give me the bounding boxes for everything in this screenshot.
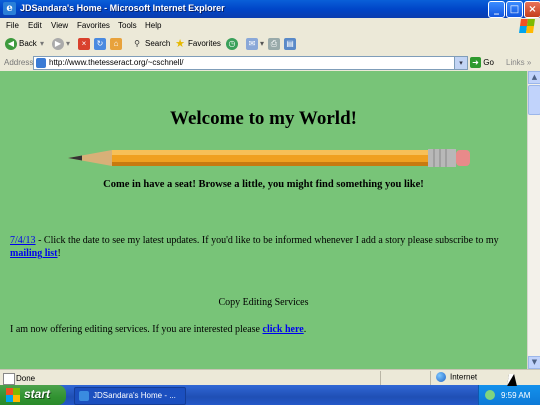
- menu-help[interactable]: Help: [145, 21, 161, 30]
- address-input[interactable]: http://www.thetesseract.org/~cschnell/ ▾: [33, 56, 468, 70]
- home-icon: ⌂: [110, 37, 122, 50]
- status-divider: [380, 371, 381, 385]
- tagline: Come in have a seat! Browse a little, yo…: [103, 179, 424, 190]
- scroll-thumb[interactable]: [528, 85, 540, 115]
- address-url[interactable]: http://www.thetesseract.org/~cschnell/: [49, 58, 184, 67]
- security-zone: Internet: [436, 372, 477, 384]
- address-label: Address: [4, 58, 34, 67]
- windows-logo-icon: [519, 19, 535, 33]
- update-date-link[interactable]: 7/4/13: [10, 235, 36, 246]
- mail-icon: ✉: [246, 37, 258, 50]
- links-toolbar[interactable]: Links »: [506, 58, 531, 67]
- clock: 9:59 AM: [501, 391, 531, 400]
- menu-edit[interactable]: Edit: [28, 21, 42, 30]
- taskbar: start JDSandara's Home - ... 9:59 AM: [0, 385, 540, 405]
- mouse-cursor-icon: [506, 374, 520, 386]
- search-button[interactable]: ⚲ Search: [131, 37, 170, 51]
- close-button[interactable]: ×: [524, 1, 540, 18]
- update-paragraph: 7/4/13 - Click the date to see my latest…: [10, 235, 499, 259]
- mail-button[interactable]: ✉ ▾: [246, 37, 264, 51]
- minimize-button[interactable]: _: [488, 1, 505, 18]
- ie-icon: e: [3, 2, 16, 15]
- back-arrow-icon: ◀: [5, 37, 17, 50]
- start-button[interactable]: start: [0, 385, 66, 405]
- home-button[interactable]: ⌂: [110, 37, 124, 51]
- vertical-scrollbar[interactable]: ▲ ▼: [527, 71, 540, 369]
- system-tray: 9:59 AM: [478, 385, 540, 405]
- menu-tools[interactable]: Tools: [118, 21, 137, 30]
- history-icon: ◷: [226, 37, 238, 50]
- mailing-list-link[interactable]: mailing list: [10, 248, 58, 259]
- stop-icon: ×: [78, 37, 90, 50]
- go-button[interactable]: ➜ Go: [470, 56, 494, 69]
- menu-view[interactable]: View: [51, 21, 68, 30]
- print-icon: ⎙: [268, 37, 280, 50]
- forward-arrow-icon: ▶: [52, 37, 64, 50]
- forward-button[interactable]: ▶: [52, 37, 66, 51]
- network-icon[interactable]: [485, 390, 495, 400]
- editing-services-title: Copy Editing Services: [218, 297, 309, 308]
- edit-page-icon: ▤: [284, 37, 296, 50]
- maximize-button[interactable]: □: [506, 1, 523, 18]
- scroll-down-icon[interactable]: ▼: [528, 356, 540, 369]
- stop-button[interactable]: ×: [78, 37, 92, 51]
- favorites-button[interactable]: ★ Favorites: [174, 37, 221, 51]
- page-favicon-icon: [36, 58, 46, 68]
- back-button[interactable]: ◀ Back: [5, 37, 37, 51]
- status-divider: [430, 371, 431, 385]
- refresh-button[interactable]: ↻: [94, 37, 108, 51]
- ie-icon: [79, 391, 89, 401]
- menu-file[interactable]: File: [6, 21, 19, 30]
- address-dropdown-icon[interactable]: ▾: [454, 57, 467, 69]
- print-button[interactable]: ⎙: [268, 37, 282, 51]
- menu-favorites[interactable]: Favorites: [77, 21, 110, 30]
- globe-icon: [436, 372, 446, 382]
- back-dropdown[interactable]: ▾: [40, 37, 44, 51]
- edit-button[interactable]: ▤: [284, 37, 298, 51]
- click-here-link[interactable]: click here: [263, 324, 304, 335]
- search-icon: ⚲: [134, 38, 140, 48]
- windows-logo-icon: [6, 388, 20, 402]
- go-arrow-icon: ➜: [470, 57, 481, 69]
- page-content: Welcome to my World! Come in have a seat…: [0, 71, 527, 369]
- status-text: Done: [16, 374, 36, 383]
- status-bar: Done Internet: [0, 369, 540, 386]
- taskbar-ie-window[interactable]: JDSandara's Home - ...: [74, 387, 186, 405]
- window-title: JDSandara's Home - Microsoft Internet Ex…: [20, 3, 225, 13]
- address-bar: Address http://www.thetesseract.org/~csc…: [0, 54, 540, 72]
- refresh-icon: ↻: [94, 37, 106, 50]
- page-heading: Welcome to my World!: [170, 108, 357, 129]
- page-done-icon: [3, 373, 15, 385]
- title-bar[interactable]: e JDSandara's Home - Microsoft Internet …: [0, 0, 540, 18]
- forward-dropdown[interactable]: ▾: [66, 37, 70, 51]
- menu-bar: File Edit View Favorites Tools Help: [0, 18, 540, 35]
- update-text: - Click the date to see my latest update…: [35, 235, 499, 246]
- scroll-up-icon[interactable]: ▲: [528, 71, 540, 84]
- editing-paragraph: I am now offering editing services. If y…: [10, 324, 307, 335]
- history-button[interactable]: ◷: [226, 37, 240, 51]
- favorites-star-icon: ★: [175, 37, 185, 50]
- pencil-image: [68, 149, 470, 167]
- toolbar: ◀ Back ▾ ▶ ▾ × ↻ ⌂ ⚲ Search ★ Favorites ◷ ✉…: [0, 34, 540, 55]
